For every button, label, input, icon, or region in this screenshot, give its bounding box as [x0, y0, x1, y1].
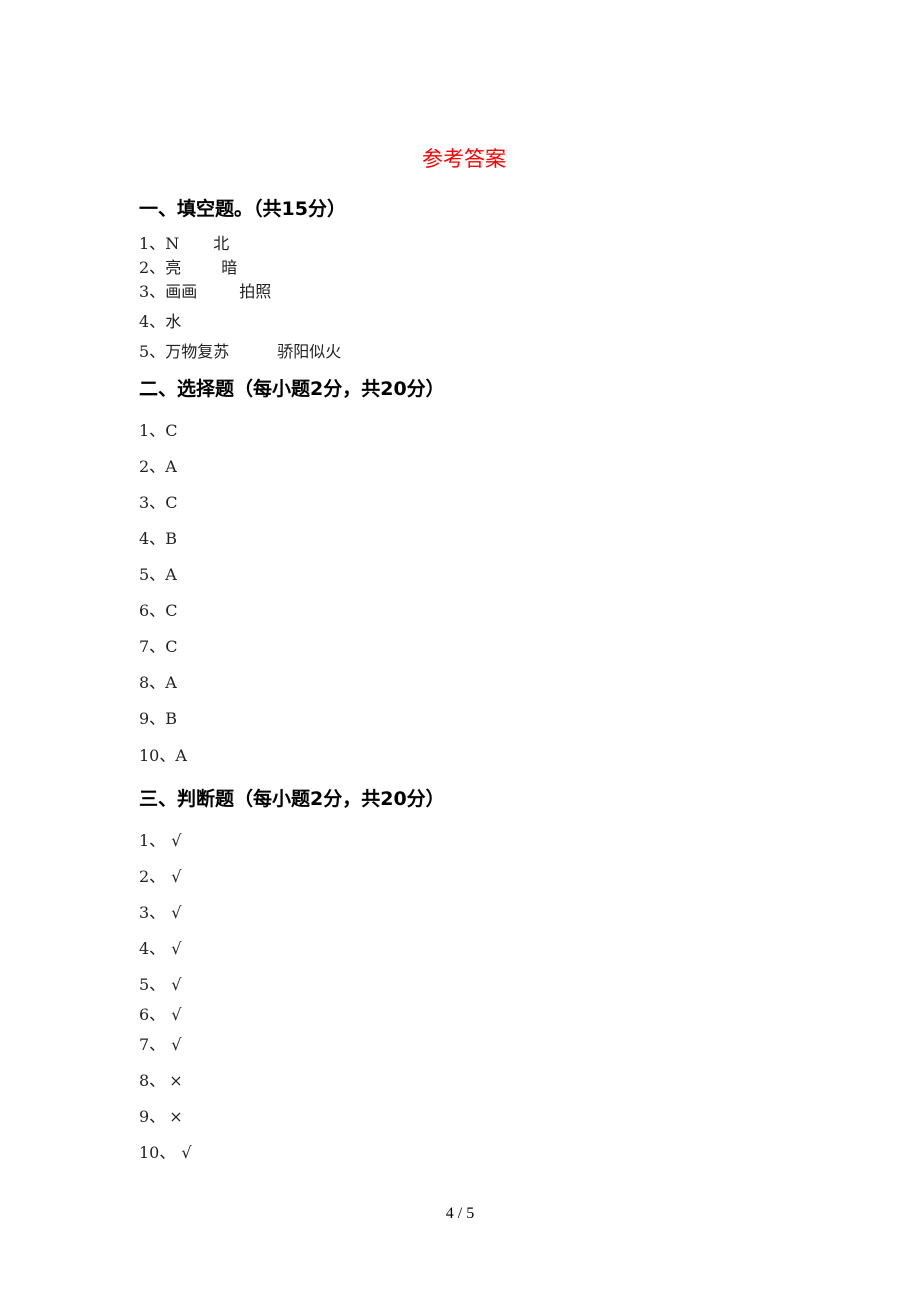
answer-item: 9、 ×: [139, 1106, 183, 1128]
check-mark-icon: √: [181, 1143, 192, 1162]
check-mark-icon: √: [171, 975, 182, 994]
answer-item: 7、 √: [139, 1034, 181, 1056]
answer-item: 5、 √: [139, 974, 181, 996]
item-answer: C: [165, 421, 178, 440]
item-number: 1、: [139, 234, 166, 253]
item-answer: 画画: [165, 282, 198, 301]
item-answer: B: [165, 529, 177, 548]
answer-item: 1、 √: [139, 830, 181, 852]
answer-item: 1、N 北: [139, 233, 229, 255]
check-mark-icon: √: [171, 1035, 182, 1054]
item-answer: 亮: [165, 258, 182, 277]
answer-item: 8、 ×: [139, 1070, 183, 1092]
item-answer-2: 骄阳似火: [277, 342, 342, 361]
item-number: 3、: [139, 903, 166, 922]
item-number: 2、: [139, 258, 166, 277]
answer-item: 3、 √: [139, 902, 181, 924]
item-answer: A: [165, 673, 177, 692]
item-number: 9、: [139, 1107, 166, 1126]
answer-item: 10、A: [139, 745, 187, 767]
item-answer: 万物复苏: [165, 342, 230, 361]
answer-item: 4、B: [139, 528, 177, 550]
item-number: 2、: [139, 867, 166, 886]
item-number: 5、: [139, 342, 166, 361]
item-number: 10、: [139, 1143, 176, 1162]
answer-item: 8、A: [139, 672, 177, 694]
answer-item: 4、 √: [139, 938, 181, 960]
answer-item: 7、C: [139, 636, 177, 658]
item-number: 5、: [139, 565, 166, 584]
item-number: 8、: [139, 1071, 166, 1090]
section-heading-true-false: 三、判断题（每小题2分，共20分）: [139, 788, 445, 810]
cross-mark-icon: ×: [169, 1107, 183, 1126]
item-answer: C: [165, 601, 178, 620]
answer-item: 3、画画 拍照: [139, 281, 271, 303]
item-number: 6、: [139, 601, 166, 620]
item-answer-2: 暗: [221, 258, 238, 277]
answer-item: 2、 √: [139, 866, 181, 888]
page-number: 4 / 5: [445, 1205, 475, 1222]
item-number: 1、: [139, 831, 166, 850]
item-answer: C: [165, 493, 178, 512]
answer-item: 5、A: [139, 564, 177, 586]
item-number: 8、: [139, 673, 166, 692]
item-number: 5、: [139, 975, 166, 994]
answer-item: 3、C: [139, 492, 177, 514]
check-mark-icon: √: [171, 1005, 182, 1024]
answer-item: 4、水: [139, 311, 181, 333]
answer-item: 10、 √: [139, 1142, 192, 1164]
section-heading-multiple-choice: 二、选择题（每小题2分，共20分）: [139, 378, 445, 400]
item-answer: N: [165, 234, 180, 253]
check-mark-icon: √: [171, 831, 182, 850]
item-number: 2、: [139, 457, 166, 476]
check-mark-icon: √: [171, 903, 182, 922]
item-answer: A: [165, 457, 177, 476]
answer-item: 6、C: [139, 600, 177, 622]
answer-item: 6、 √: [139, 1004, 181, 1026]
answer-item: 5、万物复苏 骄阳似火: [139, 341, 341, 363]
item-answer-2: 北: [213, 234, 230, 253]
item-number: 1、: [139, 421, 166, 440]
item-number: 6、: [139, 1005, 166, 1024]
item-answer: B: [165, 709, 177, 728]
item-number: 3、: [139, 282, 166, 301]
page-title: 参考答案: [422, 147, 506, 171]
item-number: 4、: [139, 312, 166, 331]
answer-item: 2、A: [139, 456, 177, 478]
item-answer: C: [165, 637, 178, 656]
item-answer-2: 拍照: [239, 282, 272, 301]
answer-item: 9、B: [139, 708, 177, 730]
item-number: 9、: [139, 709, 166, 728]
item-number: 7、: [139, 637, 166, 656]
item-number: 3、: [139, 493, 166, 512]
answer-item: 1、C: [139, 420, 177, 442]
check-mark-icon: √: [171, 939, 182, 958]
item-number: 4、: [139, 939, 166, 958]
item-number: 4、: [139, 529, 166, 548]
item-answer: A: [175, 746, 187, 765]
section-heading-fill-in: 一、填空题。（共15分）: [139, 198, 346, 220]
check-mark-icon: √: [171, 867, 182, 886]
item-answer: 水: [165, 312, 182, 331]
item-number: 10、: [139, 746, 176, 765]
answer-item: 2、亮 暗: [139, 257, 237, 279]
item-answer: A: [165, 565, 177, 584]
item-number: 7、: [139, 1035, 166, 1054]
cross-mark-icon: ×: [169, 1071, 183, 1090]
